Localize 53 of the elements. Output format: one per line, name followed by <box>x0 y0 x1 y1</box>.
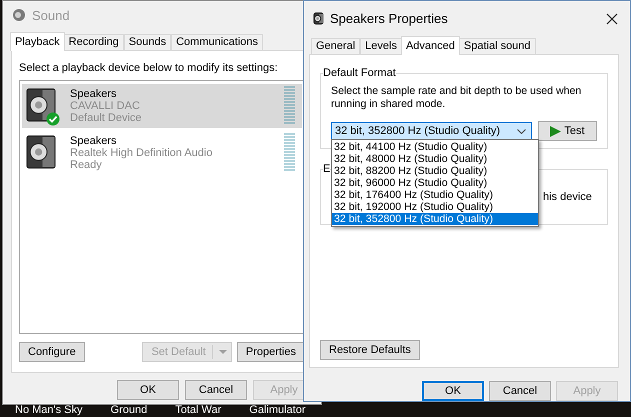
meter-icon <box>284 133 295 171</box>
speaker-icon <box>12 8 26 22</box>
dropdown-option[interactable]: 32 bit, 96000 Hz (Studio Quality) <box>332 177 538 190</box>
test-button[interactable]: Test <box>538 121 597 142</box>
tab[interactable]: Sounds <box>124 34 172 50</box>
device-item[interactable]: Speakers Realtek High Definition Audio Ready <box>22 131 302 175</box>
format-dropdown[interactable]: 32 bit, 352800 Hz (Studio Quality) <box>331 122 532 141</box>
device-status: Ready <box>70 159 103 171</box>
caret-icon <box>517 128 526 134</box>
restore-defaults-button[interactable]: Restore Defaults <box>320 340 420 360</box>
device-status: Default Device <box>70 112 142 124</box>
desktop-icon-label[interactable]: Galimulator <box>249 404 306 417</box>
speaker-icon <box>26 135 56 169</box>
caret-icon <box>218 350 227 354</box>
configure-button[interactable]: Configure <box>19 342 85 362</box>
tab[interactable]: Playback <box>10 32 65 51</box>
window-title: Sound <box>32 8 70 22</box>
dropdown-option[interactable]: 32 bit, 88200 Hz (Studio Quality) <box>332 165 538 178</box>
option-text: his device <box>543 191 593 204</box>
description-text: Select the sample rate and bit depth to be used when running in shared mode. <box>331 85 582 112</box>
speaker-icon <box>313 12 324 26</box>
window-title: Speakers Properties <box>330 11 448 26</box>
desktop-icon-label[interactable]: No Man's Sky <box>15 404 83 417</box>
tab[interactable]: Communications <box>171 34 264 50</box>
device-name: Speakers <box>70 88 118 100</box>
close-icon[interactable] <box>606 12 618 25</box>
tab[interactable]: Spatial sound <box>458 38 536 54</box>
ok-button[interactable]: OK <box>422 381 484 401</box>
dropdown-option[interactable]: 32 bit, 192000 Hz (Studio Quality) <box>332 201 538 214</box>
speaker-icon <box>26 88 56 122</box>
device-description: CAVALLI DAC <box>70 100 141 112</box>
group-title: E <box>323 163 330 176</box>
instruction-text: Select a playback device below to modify its settings: <box>19 62 279 74</box>
tab[interactable]: Advanced <box>400 36 460 56</box>
dropdown-option[interactable]: 32 bit, 352800 Hz (Studio Quality) <box>332 213 538 226</box>
tab[interactable]: Levels <box>360 38 402 54</box>
desktop-icon-label[interactable]: Ground <box>110 404 148 417</box>
tab[interactable]: Recording <box>64 34 124 50</box>
cancel-button[interactable]: Cancel <box>489 381 551 401</box>
cancel-button[interactable]: Cancel <box>185 380 247 400</box>
dropdown-option[interactable]: 32 bit, 176400 Hz (Studio Quality) <box>332 189 538 202</box>
play-icon <box>550 126 562 137</box>
meter-icon <box>284 86 295 124</box>
desktop-icon-label[interactable]: Total War <box>175 404 222 417</box>
group-title: Default Format <box>323 67 396 80</box>
properties-button[interactable]: Properties <box>236 342 305 362</box>
device-item[interactable]: Speakers CAVALLI DAC Default Device <box>22 84 302 128</box>
device-name: Speakers <box>70 135 118 147</box>
device-description: Realtek High Definition Audio <box>70 147 212 159</box>
tab[interactable]: General <box>311 38 360 54</box>
ok-button[interactable]: OK <box>117 380 179 400</box>
dropdown-option[interactable]: 32 bit, 48000 Hz (Studio Quality) <box>332 153 538 166</box>
dropdown-option[interactable]: 32 bit, 44100 Hz (Studio Quality) <box>332 141 538 154</box>
